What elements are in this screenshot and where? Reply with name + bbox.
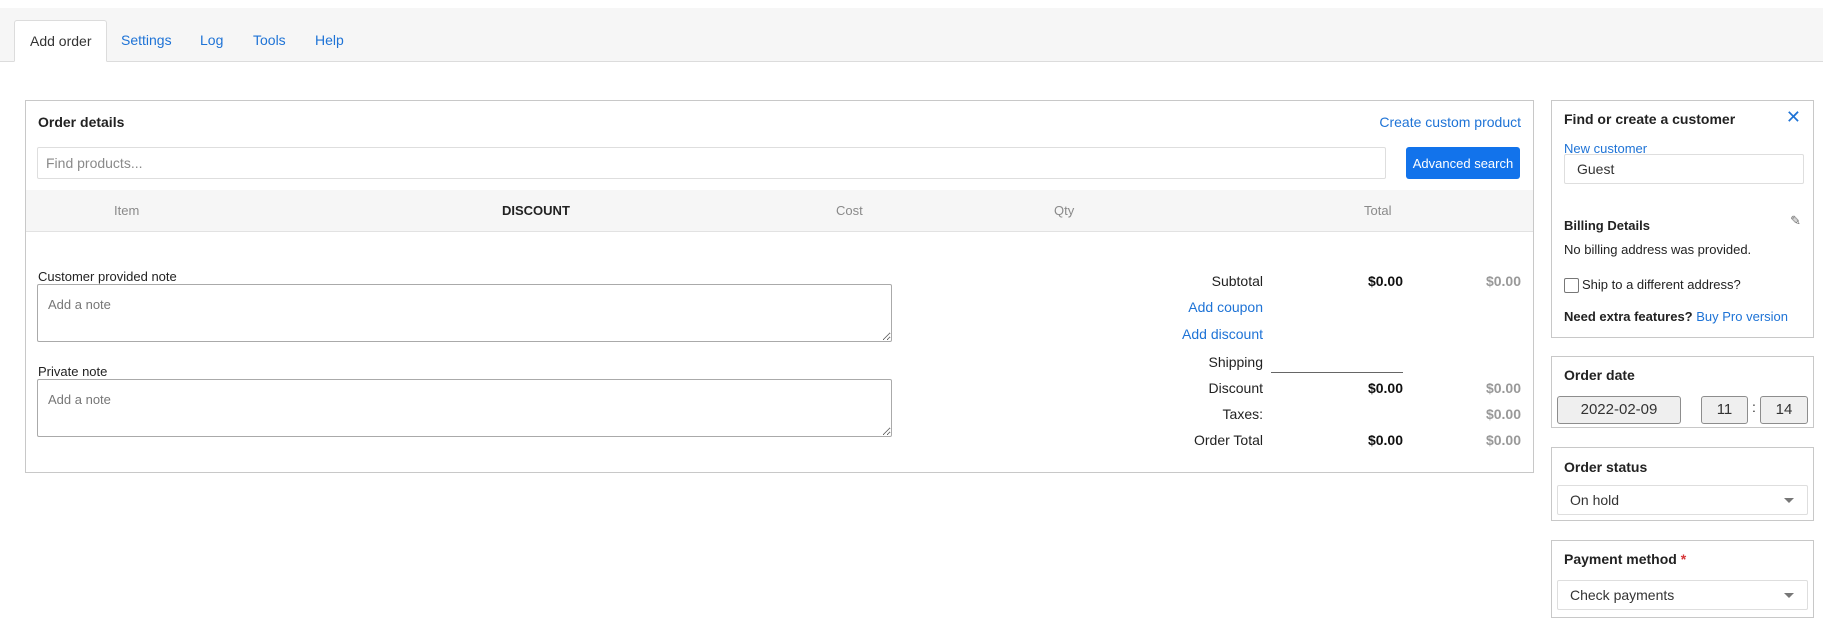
customer-field[interactable] [1564, 154, 1804, 184]
close-icon[interactable]: ✕ [1786, 107, 1801, 128]
private-note-label: Private note [38, 364, 108, 379]
ship-different-label: Ship to a different address? [1582, 277, 1741, 292]
payment-method-panel: Payment method * Check payments [1551, 540, 1814, 618]
discount-value: $0.00 [1367, 380, 1403, 396]
order-total-value: $0.00 [1367, 432, 1403, 448]
add-coupon-link[interactable]: Add coupon [1188, 299, 1263, 315]
column-total: Total [1364, 203, 1392, 218]
order-details-title: Order details [38, 114, 125, 130]
customer-note-label: Customer provided note [38, 269, 177, 284]
billing-details-title: Billing Details [1564, 218, 1650, 233]
shipping-label: Shipping [1208, 354, 1264, 370]
taxes-label: Taxes: [1222, 406, 1263, 422]
column-discount: DISCOUNT [502, 203, 570, 218]
shipping-input-line[interactable] [1271, 372, 1403, 373]
order-hour-field[interactable]: 11 [1701, 396, 1748, 424]
advanced-search-button[interactable]: Advanced search [1406, 147, 1520, 179]
customer-panel: Find or create a customer ✕ New customer… [1551, 100, 1814, 338]
order-status-panel: Order status On hold [1551, 447, 1814, 521]
column-qty: Qty [1054, 203, 1075, 218]
order-items-header: Item DISCOUNT Cost Qty Total [26, 190, 1533, 232]
payment-method-label: Payment method [1564, 551, 1677, 567]
payment-method-value: Check payments [1570, 587, 1675, 603]
discount-label: Discount [1208, 380, 1263, 396]
subtotal-row: Subtotal $0.00 $0.00 [733, 273, 1533, 293]
extra-features-row: Need extra features? Buy Pro version [1564, 309, 1788, 324]
tab-add-order[interactable]: Add order [14, 20, 108, 62]
taxes-gray-value: $0.00 [1485, 406, 1521, 422]
subtotal-gray-value: $0.00 [1485, 273, 1521, 289]
tab-tools[interactable]: Tools [238, 20, 301, 62]
tab-help[interactable]: Help [300, 20, 359, 62]
find-products-input[interactable] [37, 147, 1386, 179]
add-discount-row: Add discount [733, 326, 1533, 346]
add-coupon-row: Add coupon [733, 299, 1533, 319]
buy-pro-link[interactable]: Buy Pro version [1696, 309, 1788, 324]
customer-panel-title: Find or create a customer [1564, 111, 1736, 127]
extra-features-label: Need extra features? [1564, 309, 1693, 324]
column-item: Item [114, 203, 140, 218]
order-total-row: Order Total $0.00 $0.00 [733, 432, 1533, 452]
tab-log[interactable]: Log [185, 20, 238, 62]
time-separator: : [1752, 399, 1756, 415]
order-status-select[interactable]: On hold [1557, 485, 1808, 515]
shipping-row: Shipping [733, 354, 1533, 374]
order-total-label: Order Total [1194, 432, 1263, 448]
billing-text: No billing address was provided. [1564, 242, 1752, 257]
chevron-down-icon [1784, 498, 1794, 503]
add-discount-link[interactable]: Add discount [1182, 326, 1263, 342]
discount-row: Discount $0.00 $0.00 [733, 380, 1533, 400]
order-date-title: Order date [1564, 367, 1635, 383]
subtotal-value: $0.00 [1367, 273, 1403, 289]
column-cost: Cost [836, 203, 863, 218]
pencil-icon[interactable]: ✎ [1790, 213, 1801, 229]
required-mark: * [1680, 551, 1687, 567]
top-tab-bar: Add order Settings Log Tools Help [0, 8, 1823, 62]
order-date-field[interactable]: 2022-02-09 [1557, 396, 1681, 424]
discount-gray-value: $0.00 [1485, 380, 1521, 396]
payment-method-select[interactable]: Check payments [1557, 580, 1808, 610]
taxes-row: Taxes: $0.00 [733, 406, 1533, 426]
tab-settings[interactable]: Settings [106, 20, 187, 62]
subtotal-label: Subtotal [1211, 273, 1263, 289]
order-total-gray-value: $0.00 [1485, 432, 1521, 448]
payment-method-title: Payment method * [1564, 551, 1686, 567]
create-custom-product-link[interactable]: Create custom product [1379, 114, 1521, 130]
ship-different-checkbox[interactable] [1564, 278, 1579, 293]
chevron-down-icon [1784, 593, 1794, 598]
order-minute-field[interactable]: 14 [1760, 396, 1808, 424]
order-date-panel: Order date 2022-02-09 11 : 14 [1551, 356, 1814, 428]
order-details-panel: Order details Create custom product Adva… [25, 100, 1534, 473]
order-status-title: Order status [1564, 459, 1648, 475]
order-status-value: On hold [1570, 492, 1620, 508]
